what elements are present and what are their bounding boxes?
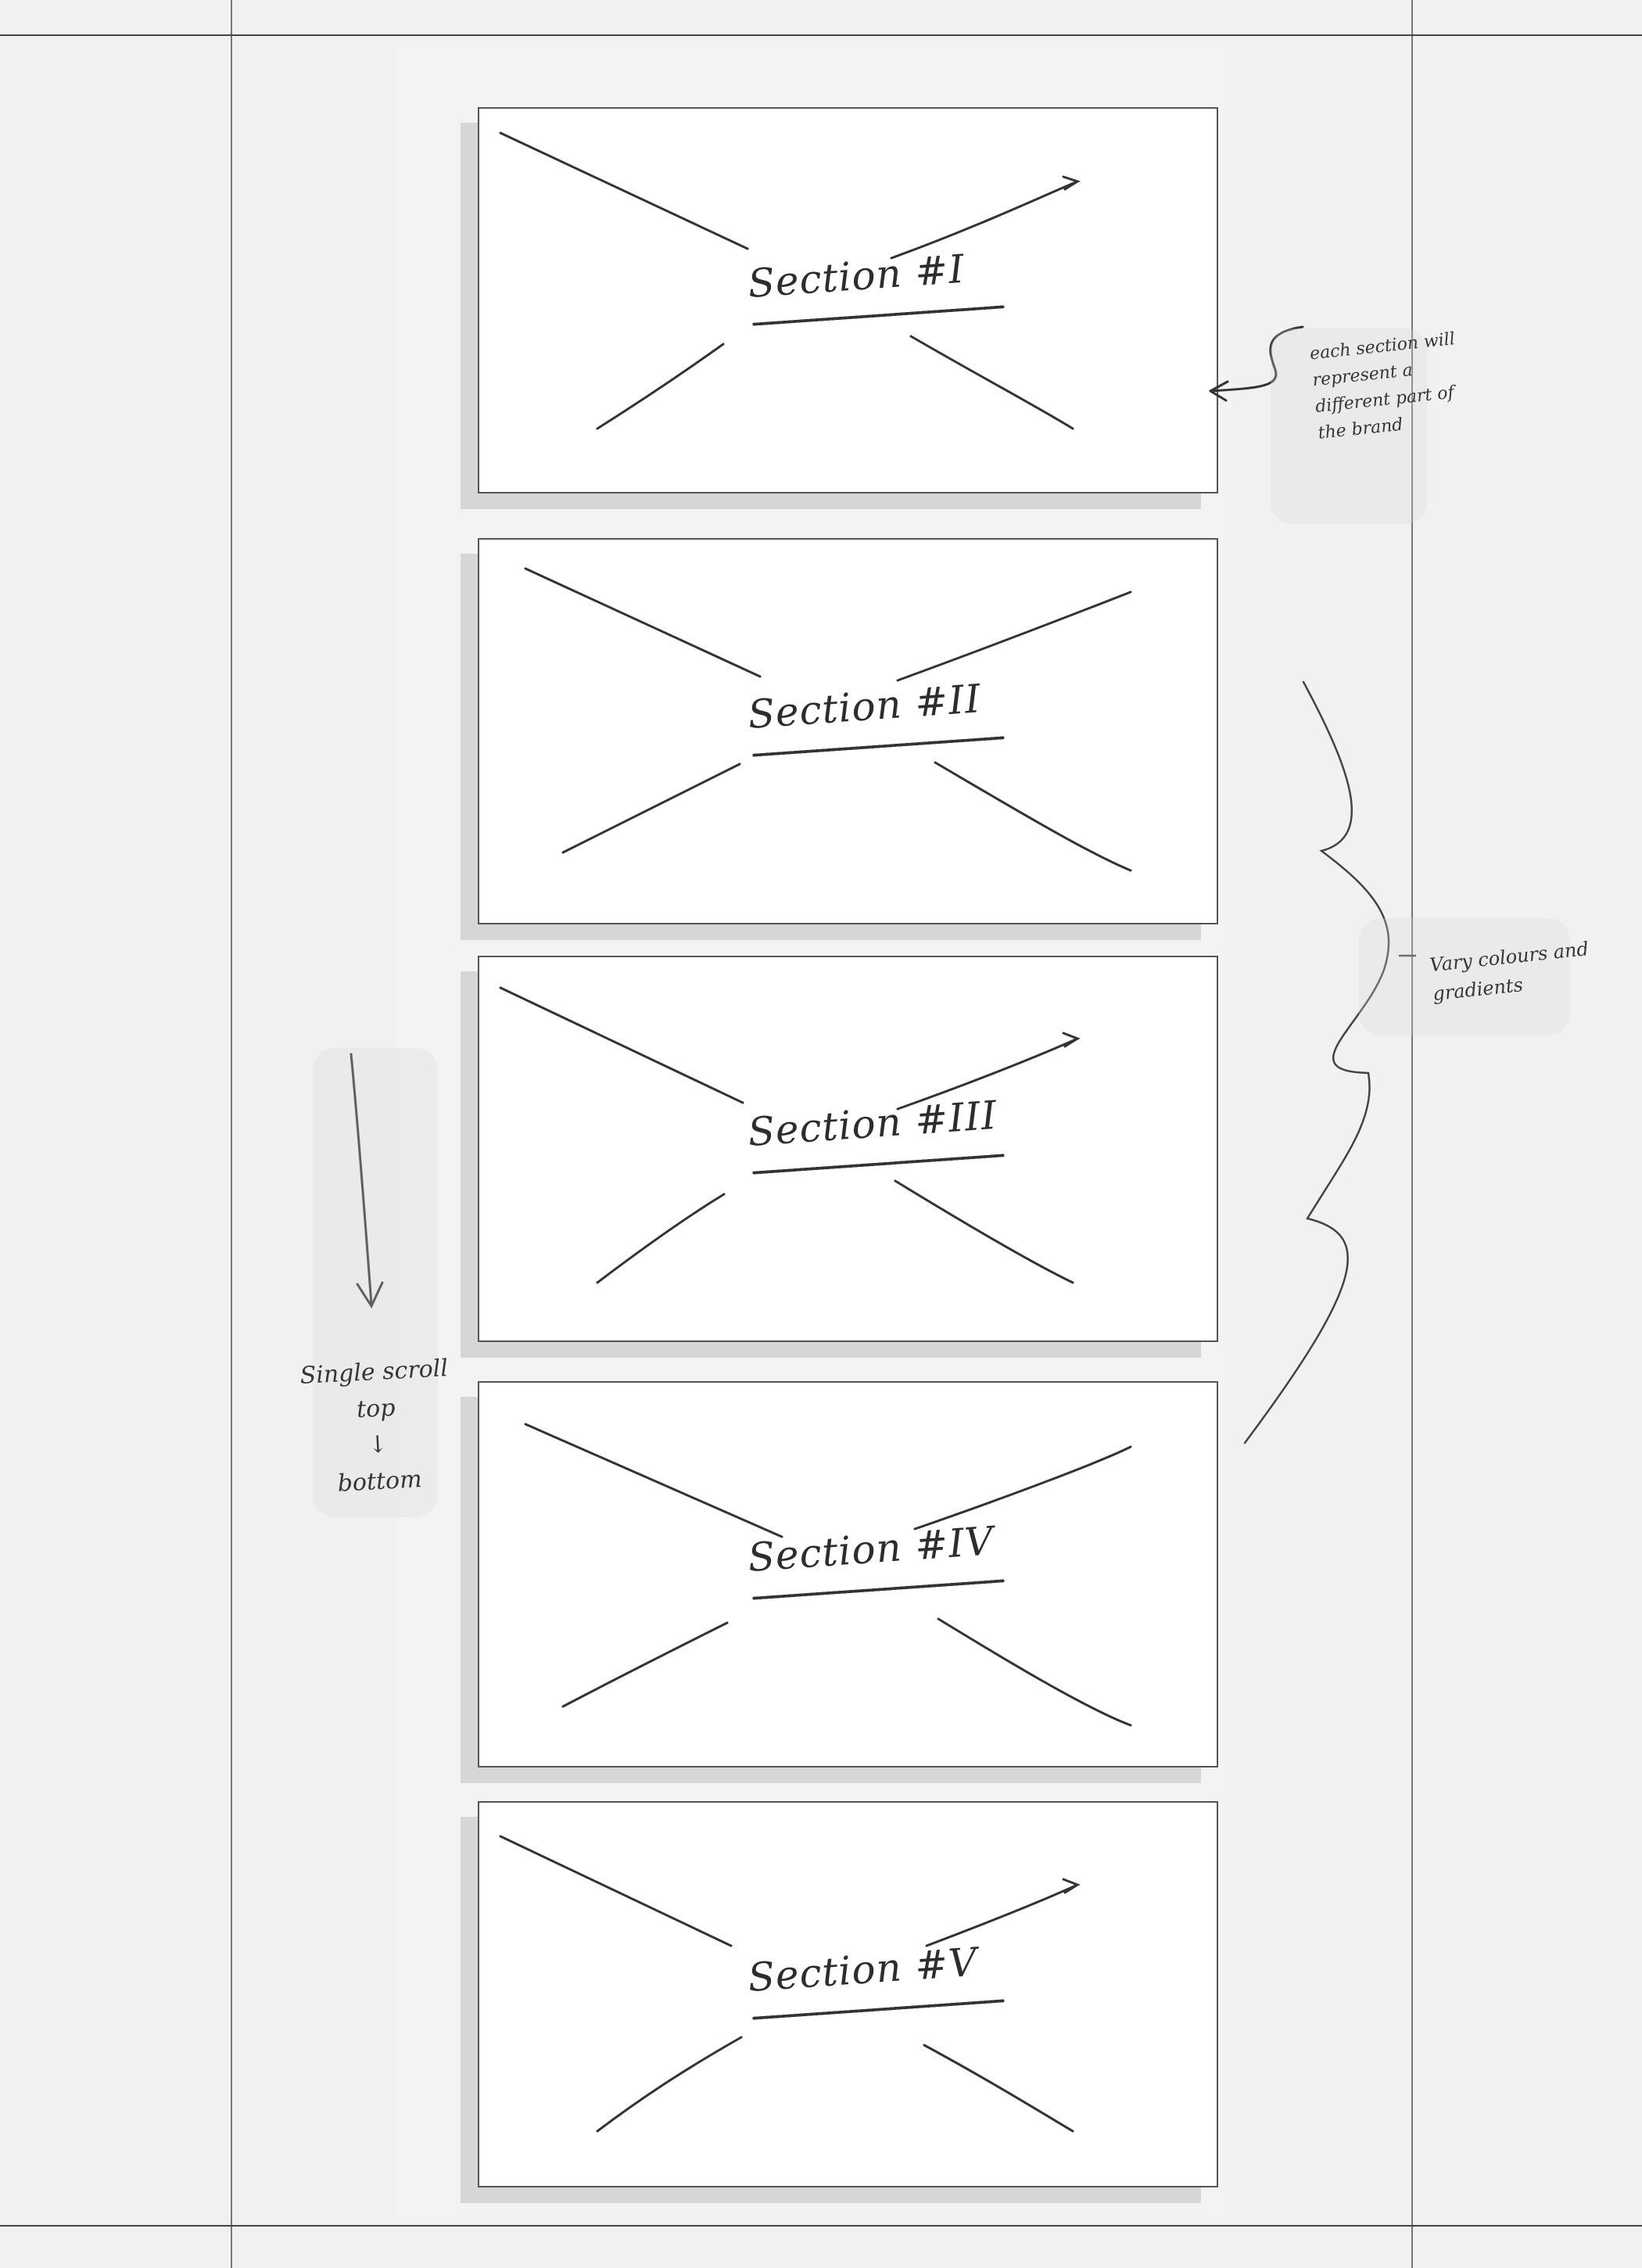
section-cross-lines-4 bbox=[524, 1423, 1132, 1727]
section-cross-lines-2 bbox=[524, 567, 1132, 872]
section-cross-lines-5 bbox=[499, 1835, 1081, 2133]
section-cross-lines-3 bbox=[499, 986, 1081, 1284]
section-cross-lines-1 bbox=[499, 131, 1081, 430]
annotation-each-section: each section will represent a different … bbox=[1308, 329, 1456, 444]
brace-line bbox=[1243, 680, 1417, 1444]
annotation-scroll: Single scroll top ↓ bottom bbox=[299, 1355, 449, 1498]
